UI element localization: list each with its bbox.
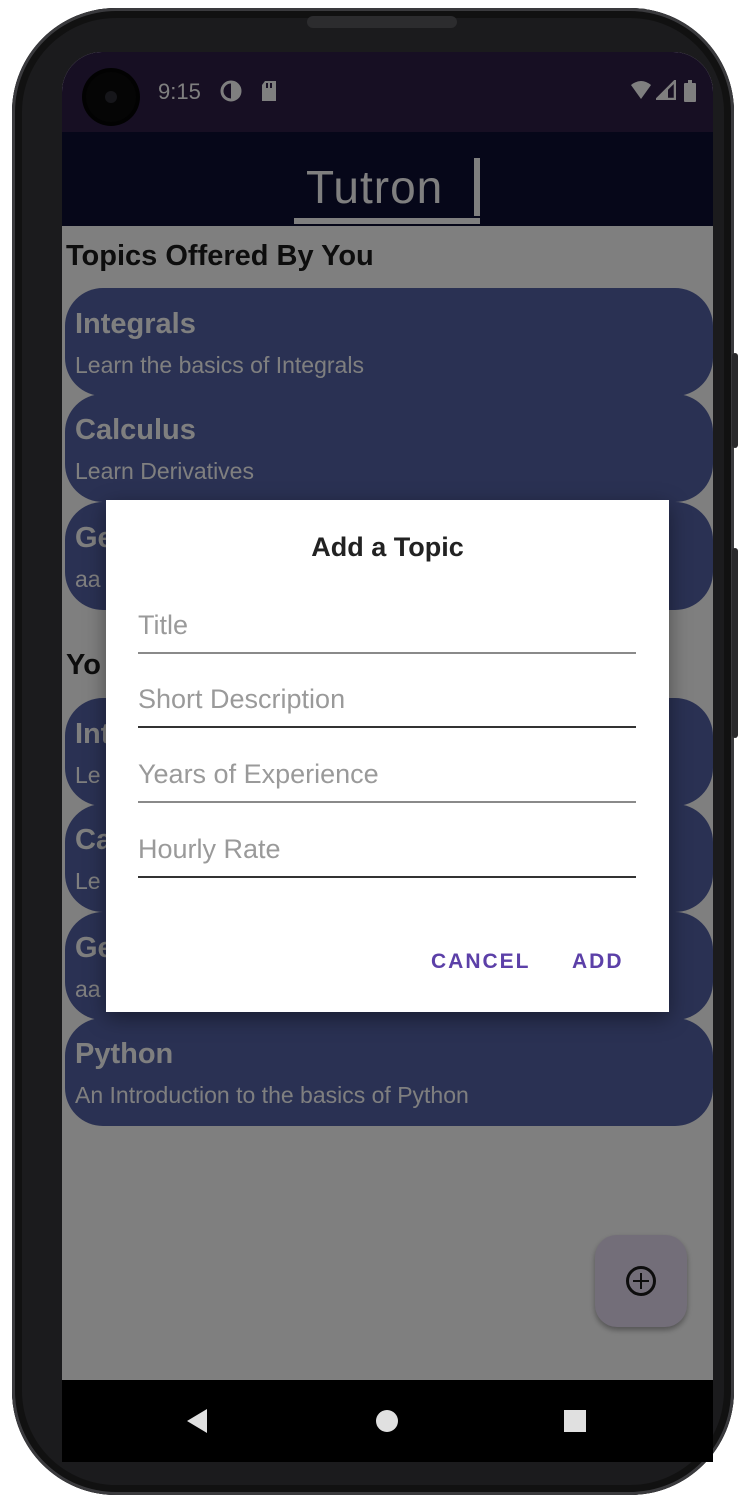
- screen: 9:15 Tutron: [62, 52, 713, 1462]
- back-icon[interactable]: [187, 1409, 207, 1433]
- cancel-button[interactable]: CANCEL: [431, 950, 531, 974]
- add-button[interactable]: ADD: [572, 950, 624, 974]
- short-description-input[interactable]: [138, 672, 636, 728]
- home-icon[interactable]: [376, 1410, 398, 1432]
- volume-button: [732, 353, 738, 448]
- hourly-rate-input[interactable]: [138, 822, 636, 878]
- phone-frame: 9:15 Tutron: [12, 8, 738, 1495]
- power-button: [732, 548, 738, 738]
- dialog-title: Add a Topic: [311, 532, 464, 562]
- add-topic-dialog: Add a Topic CANCEL ADD: [106, 500, 669, 1012]
- speaker-grille: [307, 16, 457, 28]
- years-of-experience-input[interactable]: [138, 747, 636, 803]
- title-input[interactable]: [138, 598, 636, 654]
- recents-icon[interactable]: [564, 1410, 586, 1432]
- navigation-bar: [62, 1380, 713, 1462]
